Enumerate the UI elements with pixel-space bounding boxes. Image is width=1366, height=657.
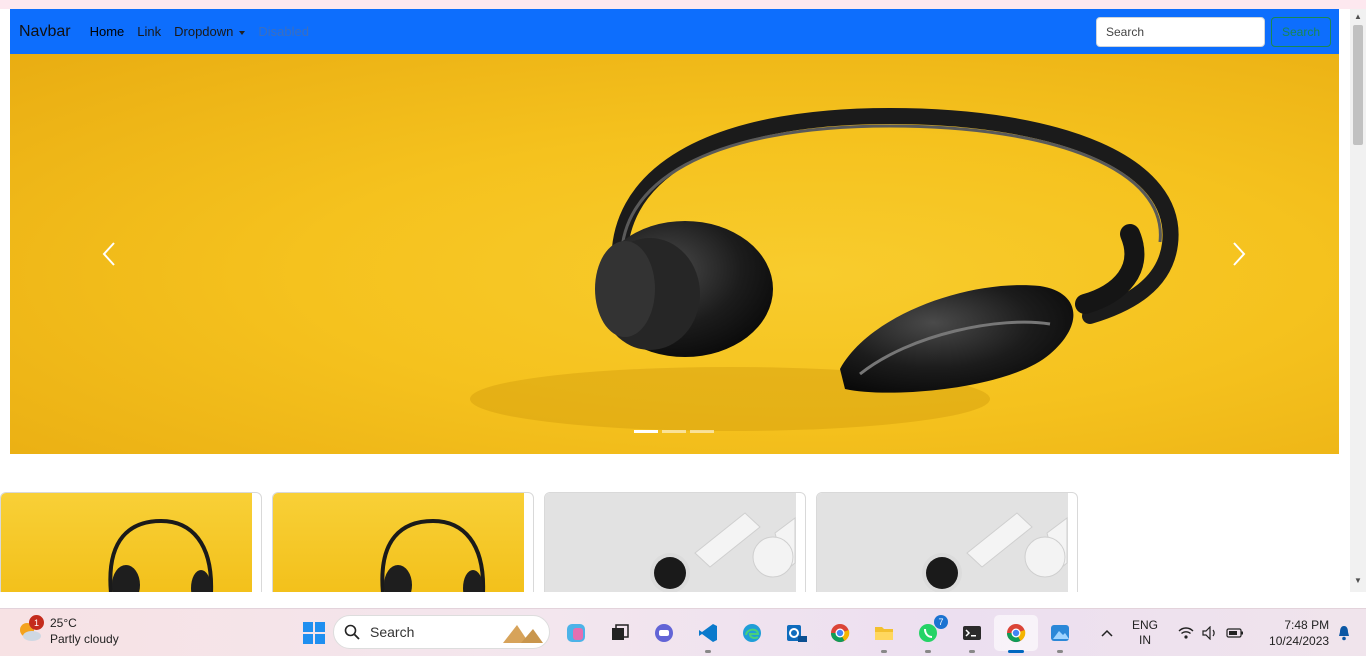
active-indicator bbox=[1008, 650, 1024, 653]
photos-button[interactable] bbox=[1038, 615, 1082, 653]
chrome-active-icon bbox=[1007, 624, 1026, 643]
system-tray: ENG IN 7:48 PM 10/24/2023 bbox=[1100, 609, 1351, 657]
caret-down-icon bbox=[239, 30, 246, 35]
file-explorer-button[interactable] bbox=[862, 615, 906, 653]
terminal-button[interactable] bbox=[950, 615, 994, 653]
page-viewport: Navbar Home Link Dropdown Disabled Searc… bbox=[0, 9, 1350, 592]
nav-link-home[interactable]: Home bbox=[90, 24, 125, 39]
navbar-search-input[interactable] bbox=[1096, 17, 1265, 47]
vscode-icon bbox=[699, 624, 717, 642]
carousel-indicator-1[interactable] bbox=[634, 430, 658, 433]
edge-button[interactable] bbox=[730, 615, 774, 651]
outlook-new-icon bbox=[787, 625, 807, 642]
product-card[interactable] bbox=[544, 492, 806, 592]
taskbar-search[interactable]: Search bbox=[333, 615, 550, 649]
clock-time: 7:48 PM bbox=[1284, 618, 1330, 632]
navbar: Navbar Home Link Dropdown Disabled Searc… bbox=[10, 9, 1339, 54]
language-indicator[interactable]: ENG IN bbox=[1132, 618, 1158, 648]
chevron-right-icon bbox=[1233, 242, 1246, 266]
product-card[interactable] bbox=[272, 492, 534, 592]
carousel bbox=[10, 54, 1339, 454]
weather-condition: Partly cloudy bbox=[50, 632, 119, 646]
lang-line-2: IN bbox=[1139, 633, 1151, 647]
wifi-icon[interactable] bbox=[1178, 626, 1194, 640]
task-view-button[interactable] bbox=[598, 615, 642, 651]
photos-icon bbox=[1051, 625, 1069, 641]
weather-temp: 25°C bbox=[50, 616, 77, 630]
taskbar-pinned bbox=[292, 615, 336, 651]
whatsapp-badge: 7 bbox=[934, 615, 948, 629]
carousel-indicator-3[interactable] bbox=[690, 430, 714, 433]
nav-dropdown-label: Dropdown bbox=[174, 24, 234, 39]
card-image-smartwatches bbox=[545, 493, 796, 592]
headphones-image bbox=[470, 107, 1179, 431]
vertical-scrollbar[interactable]: ▲ ▼ bbox=[1350, 9, 1366, 592]
running-indicator bbox=[1057, 650, 1063, 653]
chevron-up-icon[interactable] bbox=[1100, 628, 1114, 638]
taskbar-apps: 7 bbox=[554, 615, 1082, 653]
vertical-scroll-thumb[interactable] bbox=[1353, 25, 1363, 145]
card-image-headphones bbox=[273, 493, 524, 592]
running-indicator bbox=[881, 650, 887, 653]
notification-bell-icon[interactable] bbox=[1337, 625, 1351, 641]
navbar-search-button[interactable]: Search bbox=[1271, 17, 1331, 47]
taskbar: 1 25°C Partly cloudy Search 7 ENG IN 7:4… bbox=[0, 608, 1366, 656]
start-icon bbox=[303, 622, 325, 644]
running-indicator bbox=[705, 650, 711, 653]
carousel-indicators bbox=[634, 430, 714, 433]
navbar-brand[interactable]: Navbar bbox=[19, 23, 71, 41]
whatsapp-button[interactable]: 7 bbox=[906, 615, 950, 653]
partly-cloudy-icon: 1 bbox=[16, 615, 44, 645]
start-button[interactable] bbox=[292, 615, 336, 651]
terminal-icon bbox=[963, 626, 981, 640]
carousel-prev-button[interactable] bbox=[96, 241, 122, 267]
outlook-new-button[interactable] bbox=[774, 615, 818, 651]
chevron-left-icon bbox=[102, 242, 115, 266]
nav-link-link[interactable]: Link bbox=[137, 24, 161, 39]
product-card[interactable] bbox=[816, 492, 1078, 592]
carousel-indicator-2[interactable] bbox=[662, 430, 686, 433]
card-image-smartwatches bbox=[817, 493, 1068, 592]
chrome-button[interactable] bbox=[818, 615, 862, 651]
nav-link-dropdown[interactable]: Dropdown bbox=[174, 24, 246, 39]
chrome-icon bbox=[831, 624, 850, 643]
carousel-next-button[interactable] bbox=[1226, 241, 1252, 267]
teams-chat-icon bbox=[655, 624, 673, 642]
battery-icon[interactable] bbox=[1226, 627, 1244, 639]
task-view-icon bbox=[612, 624, 629, 640]
product-card[interactable] bbox=[0, 492, 262, 592]
lang-line-1: ENG bbox=[1132, 618, 1159, 632]
search-icon bbox=[344, 624, 360, 640]
copilot-icon bbox=[567, 624, 585, 642]
browser-top-strip bbox=[0, 0, 1366, 9]
card-image-headphones bbox=[1, 493, 252, 592]
taskbar-search-label: Search bbox=[370, 624, 415, 640]
chrome-active-button[interactable] bbox=[994, 615, 1038, 653]
weather-badge: 1 bbox=[29, 615, 44, 630]
weather-widget[interactable]: 1 25°C Partly cloudy bbox=[16, 615, 119, 647]
copilot-button[interactable] bbox=[554, 615, 598, 651]
product-cards bbox=[0, 492, 1088, 592]
file-explorer-icon bbox=[875, 627, 893, 640]
clock-date: 10/24/2023 bbox=[1269, 634, 1330, 648]
teams-chat-button[interactable] bbox=[642, 615, 686, 651]
scroll-down-icon[interactable]: ▼ bbox=[1354, 577, 1362, 585]
nav-link-disabled: Disabled bbox=[258, 24, 309, 39]
volume-icon[interactable] bbox=[1202, 626, 1218, 640]
running-indicator bbox=[925, 650, 931, 653]
clock[interactable]: 7:48 PM 10/24/2023 bbox=[1269, 617, 1329, 649]
scroll-up-icon[interactable]: ▲ bbox=[1354, 13, 1362, 21]
edge-icon bbox=[743, 624, 761, 642]
search-highlight-icon bbox=[503, 625, 543, 643]
vscode-button[interactable] bbox=[686, 615, 730, 653]
running-indicator bbox=[969, 650, 975, 653]
